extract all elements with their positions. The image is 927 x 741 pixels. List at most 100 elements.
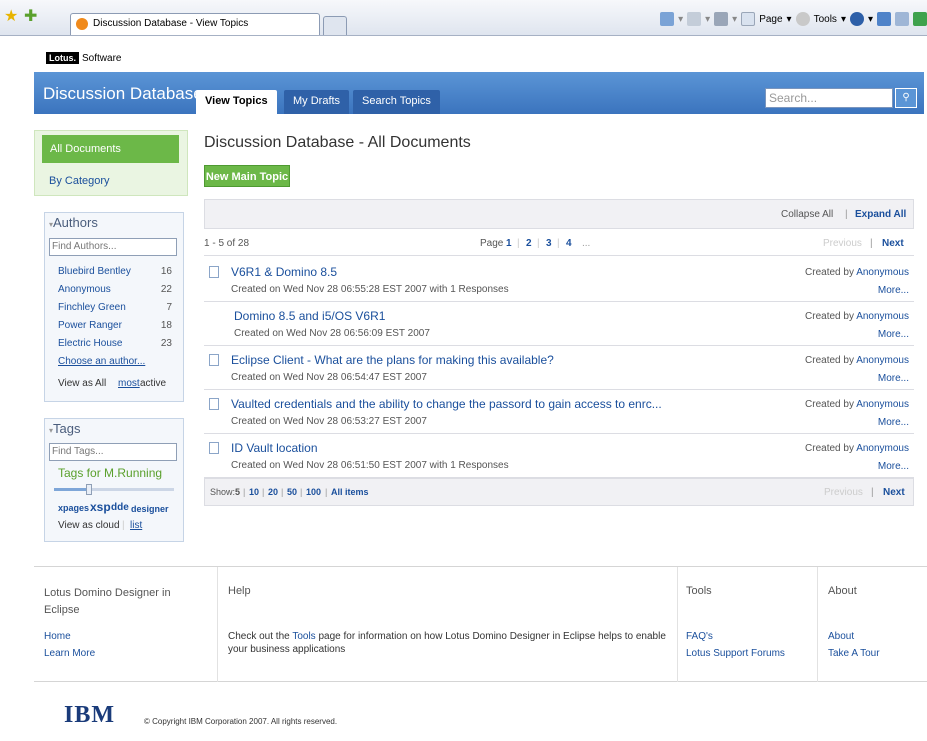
tag-cloud-item[interactable]: xpages	[58, 503, 89, 513]
show-option[interactable]: 20	[268, 487, 278, 497]
author-link[interactable]: Anonymous	[856, 443, 909, 454]
footer-tools-link[interactable]: Tools	[292, 631, 315, 642]
show-option[interactable]: 100	[306, 487, 321, 497]
footer-home-link[interactable]: Home	[44, 631, 71, 642]
author-count: 16	[160, 266, 172, 277]
footer-learn-more-link[interactable]: Learn More	[44, 648, 95, 659]
page-link[interactable]: 2	[526, 238, 532, 249]
dropdown-arrow-icon[interactable]: ▾	[868, 14, 873, 25]
nav-all-documents[interactable]: All Documents	[42, 135, 179, 163]
footer-col-help: Help Check out the Tools page for inform…	[218, 567, 678, 683]
author-link[interactable]: Finchley Green	[58, 302, 126, 313]
footer-support-forums-link[interactable]: Lotus Support Forums	[686, 648, 785, 659]
author-link[interactable]: Bluebird Bentley	[58, 266, 131, 277]
dropdown-arrow-icon[interactable]: ▾	[678, 14, 683, 25]
blog-icon[interactable]	[895, 12, 909, 26]
tools-menu[interactable]: Tools	[814, 14, 837, 25]
author-link[interactable]: Anonymous	[856, 267, 909, 278]
document-icon	[209, 442, 219, 454]
footer-take-tour-link[interactable]: Take A Tour	[828, 648, 880, 659]
show-option[interactable]: All items	[331, 487, 369, 497]
search-button[interactable]: ⚲	[895, 88, 917, 108]
topic-title-link[interactable]: Domino 8.5 and i5/OS V6R1	[234, 309, 385, 323]
add-favorites-icon[interactable]: ✚	[24, 9, 37, 25]
find-authors-input[interactable]: Find Authors...	[49, 238, 177, 256]
more-link[interactable]: More...	[878, 373, 909, 384]
separator: |	[557, 238, 560, 249]
footer-product-heading: Lotus Domino Designer in Eclipse	[44, 587, 171, 616]
more-link[interactable]: More...	[878, 285, 909, 296]
tags-heading-label: Tags	[53, 421, 81, 436]
messenger-icon[interactable]	[913, 12, 927, 26]
research-icon[interactable]	[877, 12, 891, 26]
show-option[interactable]: 50	[287, 487, 297, 497]
footer-about-link[interactable]: About	[828, 631, 854, 642]
expand-all-link[interactable]: Expand All	[855, 209, 906, 220]
footer-faq-link[interactable]: FAQ's	[686, 631, 713, 642]
author-link[interactable]: Power Ranger	[58, 320, 122, 331]
tag-slider-track[interactable]	[54, 484, 174, 495]
new-tab-button[interactable]	[323, 16, 347, 35]
page-link[interactable]: 3	[546, 238, 552, 249]
page-link[interactable]: 4	[566, 238, 572, 249]
tag-slider-handle[interactable]	[86, 484, 92, 495]
nav-by-category[interactable]: By Category	[49, 175, 110, 187]
author-link[interactable]: Anonymous	[58, 284, 111, 295]
favorites-star-icon[interactable]: ★	[4, 9, 18, 25]
show-option[interactable]: 5	[235, 487, 240, 497]
author-link[interactable]: Anonymous	[856, 399, 909, 410]
new-main-topic-button[interactable]: New Main Topic	[204, 165, 290, 187]
find-tags-input[interactable]: Find Tags...	[49, 443, 177, 461]
dropdown-arrow-icon[interactable]: ▾	[705, 14, 710, 25]
more-link[interactable]: More...	[878, 329, 909, 340]
site-footer: Lotus Domino Designer in Eclipse Home Le…	[34, 566, 927, 683]
tag-cloud-item[interactable]: designer	[131, 504, 169, 514]
tags-heading[interactable]: ▾Tags	[49, 421, 80, 436]
separator: |	[122, 520, 125, 531]
more-link[interactable]: More...	[878, 417, 909, 428]
tag-cloud-item[interactable]: dde	[111, 502, 129, 513]
next-link[interactable]: Next	[883, 487, 905, 498]
footer-col-about: About About Take A Tour	[818, 567, 927, 683]
page-menu[interactable]: Page	[759, 14, 782, 25]
topic-title-link[interactable]: ID Vault location	[231, 441, 318, 455]
created-by: Created by Anonymous	[805, 355, 909, 366]
authors-heading[interactable]: ▾Authors	[49, 215, 98, 230]
dropdown-arrow-icon[interactable]: ▾	[732, 14, 737, 25]
search-input[interactable]: Search...	[765, 88, 893, 108]
topic-title-link[interactable]: Vaulted credentials and the ability to c…	[231, 397, 662, 411]
tab-view-topics[interactable]: View Topics	[196, 90, 277, 114]
topic-row: Vaulted credentials and the ability to c…	[204, 390, 914, 434]
created-by: Created by Anonymous	[805, 443, 909, 454]
author-link[interactable]: Anonymous	[856, 355, 909, 366]
more-link[interactable]: More...	[878, 461, 909, 472]
browser-tab-active[interactable]: Discussion Database - View Topics	[70, 13, 320, 35]
tag-cloud-item[interactable]: xsp	[90, 500, 111, 514]
help-icon[interactable]	[849, 12, 864, 26]
tab-my-drafts[interactable]: My Drafts	[284, 90, 350, 114]
lotus-favicon-icon	[76, 18, 88, 30]
home-icon[interactable]	[660, 12, 675, 26]
topic-title-link[interactable]: V6R1 & Domino 8.5	[231, 265, 337, 279]
topic-title-link[interactable]: Eclipse Client - What are the plans for …	[231, 353, 554, 367]
dropdown-arrow-icon[interactable]: ▾	[787, 14, 792, 25]
choose-author-link[interactable]: Choose an author...	[58, 356, 145, 367]
print-icon[interactable]	[714, 12, 729, 26]
author-link[interactable]: Electric House	[58, 338, 122, 349]
dropdown-arrow-icon[interactable]: ▾	[841, 14, 846, 25]
most-active-link[interactable]: most	[118, 378, 140, 389]
tab-search-topics[interactable]: Search Topics	[353, 90, 440, 114]
show-option[interactable]: 10	[249, 487, 259, 497]
previous-link-disabled: Previous	[823, 238, 862, 249]
next-link[interactable]: Next	[882, 238, 904, 249]
previous-link-disabled: Previous	[824, 487, 863, 498]
author-link[interactable]: Anonymous	[856, 311, 909, 322]
tags-list-link[interactable]: list	[130, 520, 142, 531]
page-link[interactable]: 1	[506, 238, 512, 249]
show-label: Show:	[210, 487, 236, 497]
topic-row: Domino 8.5 and i5/OS V6R1 Created on Wed…	[204, 302, 914, 346]
footer-tools-heading: Tools	[686, 585, 712, 597]
separator: |	[243, 487, 246, 497]
collapse-all-link[interactable]: Collapse All	[781, 209, 833, 220]
feeds-icon[interactable]	[687, 12, 702, 26]
